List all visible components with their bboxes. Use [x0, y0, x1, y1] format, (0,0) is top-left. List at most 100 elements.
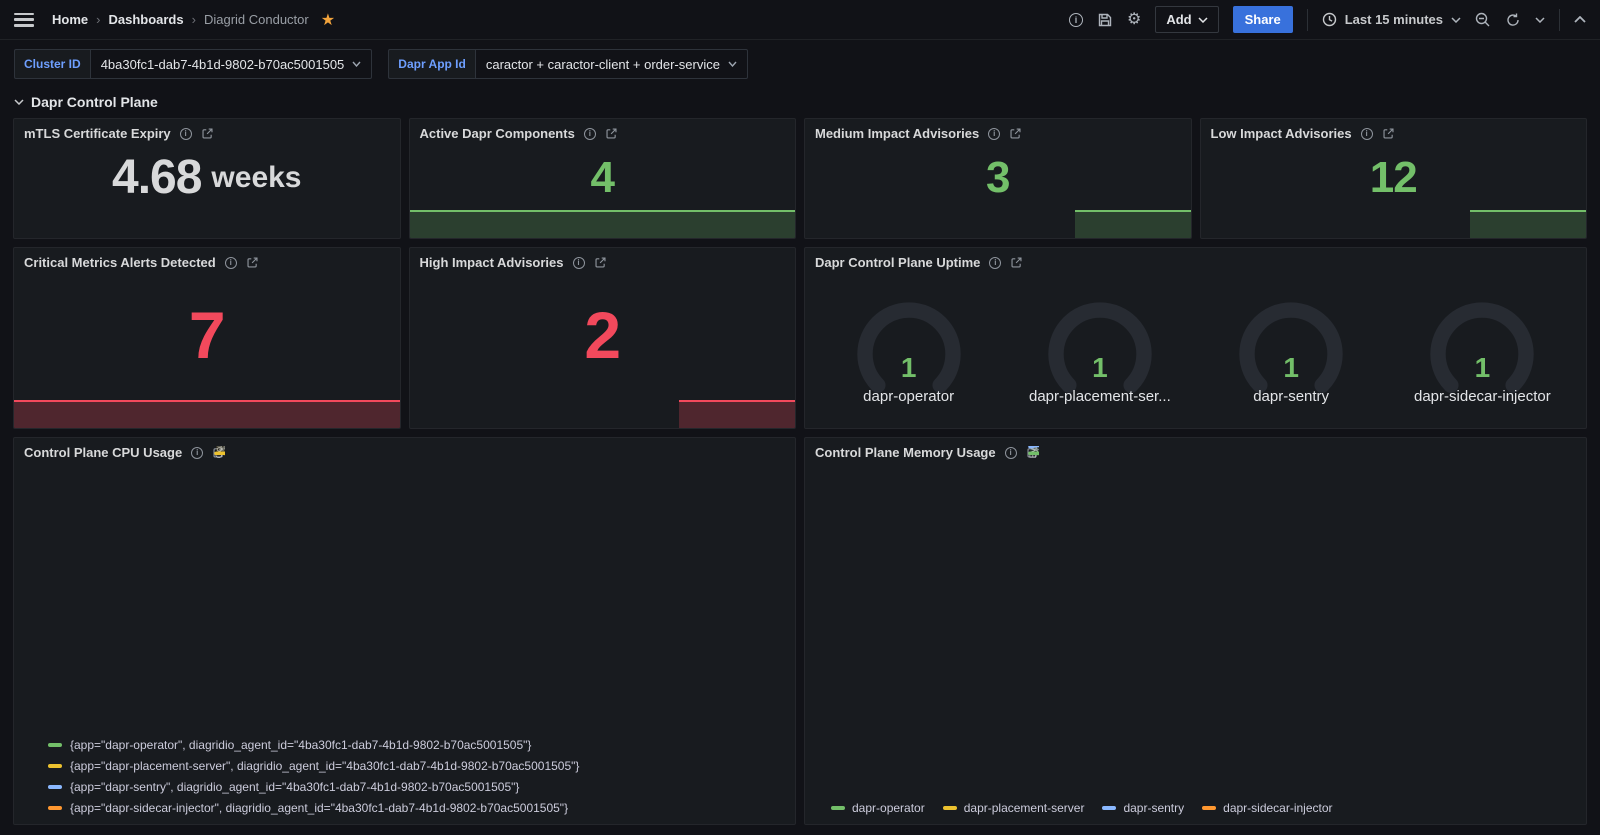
gauge-label: dapr-operator [814, 388, 1004, 405]
legend-label[interactable]: dapr-placement-server [964, 801, 1085, 815]
favorite-star-icon[interactable]: ★ [321, 10, 335, 30]
chevron-down-icon [1451, 17, 1461, 23]
gauge-dapr-placement-ser: 1dapr-placement-ser... [1005, 290, 1195, 405]
external-link-icon[interactable] [201, 127, 214, 140]
stat-number: 2 [584, 297, 620, 373]
cluster-id-label: Cluster ID [14, 49, 90, 79]
legend-color-dash [48, 785, 62, 789]
stat-sparkline-bar [679, 400, 795, 428]
cluster-id-dropdown[interactable]: 4ba30fc1-dab7-4b1d-9802-b70ac5001505 [90, 49, 373, 79]
info-icon[interactable]: i [573, 257, 585, 269]
stat-number: 4 [591, 153, 614, 203]
info-icon[interactable]: i [225, 257, 237, 269]
zoom-out-icon[interactable] [1475, 12, 1491, 28]
legend-label[interactable]: {app="dapr-sidecar-injector", diagridio_… [70, 801, 568, 815]
gauge-label: dapr-sidecar-injector [1387, 388, 1577, 405]
dapr-app-id-label: Dapr App Id [388, 49, 475, 79]
legend-item[interactable]: {app="dapr-operator", diagridio_agent_id… [48, 734, 795, 755]
breadcrumb-dashboards[interactable]: Dashboards [108, 12, 183, 27]
legend-item[interactable]: dapr-sidecar-injector [1202, 798, 1332, 818]
memory-chart[interactable] [805, 462, 1586, 795]
clock-icon [1322, 12, 1337, 27]
external-link-icon[interactable]: 0.0000 Cores0.0005 Cores0.0010 Cores0.00… [212, 446, 225, 459]
dapr-app-id-dropdown[interactable]: caractor + caractor-client + order-servi… [475, 49, 748, 79]
time-range-picker[interactable]: Last 15 minutes [1322, 12, 1461, 27]
panel-title[interactable]: Dapr Control Plane Uptime [815, 255, 980, 270]
cluster-id-filter: Cluster ID 4ba30fc1-dab7-4b1d-9802-b70ac… [14, 49, 372, 79]
stat-sparkline-bar [1470, 210, 1586, 238]
refresh-interval-dropdown[interactable] [1535, 17, 1545, 23]
memory-chart-plot[interactable] [805, 466, 1570, 778]
gauge-dapr-operator: 1 dapr-operator [814, 290, 1004, 405]
section-row-toggle[interactable]: Dapr Control Plane [0, 88, 1600, 118]
external-link-icon[interactable] [1010, 256, 1023, 269]
info-icon[interactable]: i [191, 447, 203, 459]
section-title: Dapr Control Plane [31, 94, 158, 110]
legend-label[interactable]: {app="dapr-sentry", diagridio_agent_id="… [70, 780, 519, 794]
legend-color-dash [831, 806, 845, 810]
gauge-value: 1 [814, 352, 1004, 384]
dapr-app-id-filter: Dapr App Id caractor + caractor-client +… [388, 49, 748, 79]
stat-number: 7 [189, 297, 225, 373]
external-link-icon[interactable]: 10.00 MiB12.00 MiB14.00 MiB16.00 MiB18.0… [1026, 446, 1039, 459]
info-icon[interactable]: i [989, 257, 1001, 269]
info-icon[interactable]: i [1005, 447, 1017, 459]
panel-control-plane-memory-usage: Control Plane Memory Usage i 10.00 MiB12… [804, 437, 1587, 825]
settings-gear-icon[interactable]: ⚙ [1127, 12, 1141, 28]
save-icon[interactable] [1097, 12, 1113, 28]
top-bar: Home › Dashboards › Diagrid Conductor ★ … [0, 0, 1600, 40]
legend-label[interactable]: {app="dapr-operator", diagridio_agent_id… [70, 738, 531, 752]
info-icon[interactable]: i [584, 128, 596, 140]
panel-title[interactable]: mTLS Certificate Expiry [24, 126, 171, 141]
legend-color-dash [48, 806, 62, 810]
cpu-chart[interactable] [14, 462, 795, 730]
external-link-icon[interactable] [1009, 127, 1022, 140]
share-button[interactable]: Share [1233, 6, 1293, 33]
info-icon[interactable]: i [988, 128, 1000, 140]
add-button[interactable]: Add [1155, 6, 1218, 33]
legend-label[interactable]: dapr-sentry [1123, 801, 1184, 815]
stat-number: 4.68 [112, 150, 201, 205]
refresh-icon[interactable] [1505, 12, 1521, 28]
panel-title[interactable]: Low Impact Advisories [1211, 126, 1352, 141]
legend-label[interactable]: dapr-sidecar-injector [1223, 801, 1332, 815]
cpu-chart-plot[interactable] [14, 466, 779, 724]
info-icon[interactable]: i [180, 128, 192, 140]
legend-color-dash [48, 743, 62, 747]
panel-title[interactable]: Critical Metrics Alerts Detected [24, 255, 216, 270]
external-link-icon[interactable] [246, 256, 259, 269]
cpu-chart-legend: {app="dapr-operator", diagridio_agent_id… [14, 730, 795, 824]
panel-title[interactable]: Active Dapr Components [420, 126, 575, 141]
legend-item[interactable]: dapr-operator [831, 798, 925, 818]
divider [1307, 9, 1308, 31]
external-link-icon[interactable] [1382, 127, 1395, 140]
gauge-dapr-sidecar-injector: 1dapr-sidecar-injector [1387, 290, 1577, 405]
menu-icon[interactable] [14, 13, 34, 27]
chevron-down-icon [352, 61, 361, 67]
legend-item[interactable]: dapr-placement-server [943, 798, 1085, 818]
dashboard-insights-icon[interactable]: i [1069, 13, 1083, 27]
legend-item[interactable]: dapr-sentry [1102, 798, 1184, 818]
breadcrumb-current: Diagrid Conductor [204, 12, 309, 27]
legend-item[interactable]: {app="dapr-placement-server", diagridio_… [48, 755, 795, 776]
collapse-topbar-icon[interactable] [1574, 16, 1586, 23]
stat-sparkline-bar [1075, 210, 1191, 238]
panel-title[interactable]: High Impact Advisories [420, 255, 564, 270]
breadcrumb-home[interactable]: Home [52, 12, 88, 27]
info-icon[interactable]: i [1361, 128, 1373, 140]
external-link-icon[interactable] [605, 127, 618, 140]
panel-title[interactable]: Control Plane Memory Usage [815, 445, 996, 460]
panel-critical-metrics-alerts: Critical Metrics Alerts Detected i 7 [13, 247, 401, 429]
panel-high-impact-advisories: High Impact Advisories i 2 [409, 247, 797, 429]
legend-label[interactable]: {app="dapr-placement-server", diagridio_… [70, 759, 579, 773]
external-link-icon[interactable] [594, 256, 607, 269]
panel-title[interactable]: Control Plane CPU Usage [24, 445, 182, 460]
panel-title[interactable]: Medium Impact Advisories [815, 126, 979, 141]
gauge-dapr-sentry: 1dapr-sentry [1196, 290, 1386, 405]
panel-medium-impact-advisories: Medium Impact Advisoriesi3 [804, 118, 1192, 239]
legend-item[interactable]: {app="dapr-sentry", diagridio_agent_id="… [48, 776, 795, 797]
legend-item[interactable]: {app="dapr-sidecar-injector", diagridio_… [48, 797, 795, 818]
legend-color-dash [48, 764, 62, 768]
legend-label[interactable]: dapr-operator [852, 801, 925, 815]
gauge-label: dapr-sentry [1196, 388, 1386, 405]
